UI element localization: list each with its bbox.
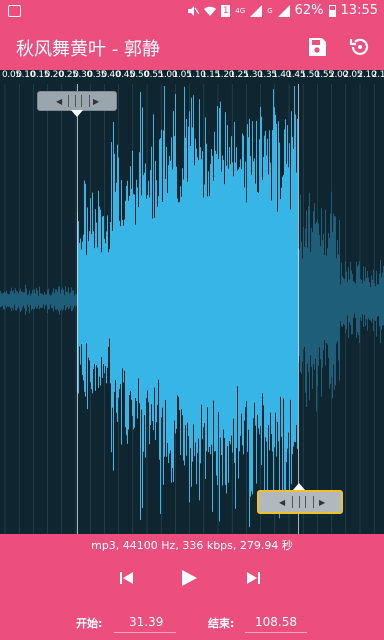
- grip-icon: [68, 95, 90, 107]
- start-handle[interactable]: ◀ ▶: [37, 91, 117, 111]
- timeline: 0.05 0.10 0.15 0.20 0.25 0.30 0.35 0.40 0.45 0.50…: [0, 70, 384, 84]
- page-title: 秋风舞黄叶 - 郭静: [16, 39, 160, 60]
- file-info: mp3, 44100 Hz, 336 kbps, 279.94 秒: [91, 539, 293, 552]
- skip-next-icon[interactable]: [243, 569, 263, 587]
- network-type-2: G: [267, 6, 273, 15]
- network-type: 4G: [235, 6, 246, 15]
- battery-text: 62%: [294, 3, 324, 18]
- end-marker-line: [298, 84, 299, 534]
- end-underline: [245, 632, 307, 633]
- play-icon[interactable]: [178, 568, 200, 588]
- save-icon[interactable]: [305, 35, 329, 59]
- start-label: 开始:: [76, 617, 103, 630]
- control-panel: mp3, 44100 Hz, 336 kbps, 279.94 秒 开始: 31…: [0, 534, 384, 640]
- timeline-label: 2.15: [371, 70, 384, 80]
- clock: 13:55: [340, 3, 378, 18]
- chevron-left-icon: ◀: [56, 97, 63, 106]
- start-marker-line: [77, 84, 78, 534]
- app-bar: 秋风舞黄叶 - 郭静: [0, 24, 384, 70]
- waveform-view[interactable]: 0.05 0.10 0.15 0.20 0.25 0.30 0.35 0.40 0.45 0.50…: [0, 70, 384, 534]
- start-handle-pointer: [71, 110, 83, 117]
- start-input[interactable]: 31.39: [129, 615, 163, 629]
- chevron-left-icon: ◀: [279, 498, 286, 507]
- signal-icon-2: [277, 4, 290, 17]
- sim-icon: 1: [221, 4, 231, 17]
- status-bar: 1 4G G 62% 13:55: [0, 0, 384, 24]
- end-input[interactable]: 108.58: [255, 615, 297, 629]
- wifi-icon: [204, 6, 217, 16]
- skip-previous-icon[interactable]: [117, 569, 137, 587]
- start-underline: [114, 632, 176, 633]
- gallery-icon: [8, 5, 21, 17]
- signal-icon: [250, 4, 263, 17]
- restore-icon[interactable]: [348, 35, 372, 59]
- status-icons: 1 4G G 62% 13:55: [187, 3, 378, 18]
- waveform[interactable]: [0, 70, 384, 534]
- end-handle[interactable]: ◀ ▶: [257, 490, 343, 514]
- battery-icon: [328, 4, 336, 17]
- end-label: 结束:: [208, 617, 235, 630]
- grip-icon: [292, 496, 314, 508]
- mute-icon: [188, 5, 200, 16]
- chevron-right-icon: ▶: [93, 97, 100, 106]
- end-handle-pointer: [293, 483, 305, 490]
- chevron-right-icon: ▶: [319, 498, 326, 507]
